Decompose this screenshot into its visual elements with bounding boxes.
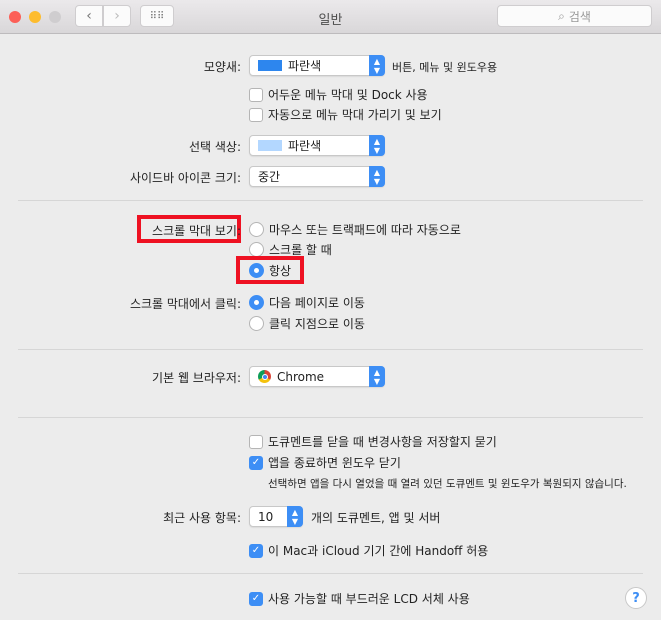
appearance-label: 모양새:	[203, 60, 241, 74]
scrollbars-radio-always[interactable]: 항상	[249, 262, 291, 279]
chrome-icon	[258, 370, 271, 383]
title-bar: ‹ › ⠿⠿ 일반 ⌕ 검색	[0, 0, 661, 34]
scroll-click-radio-spot[interactable]: 클릭 지점으로 이동	[249, 315, 365, 332]
checkmark-icon: ✓	[249, 455, 263, 470]
close-windows-note: 선택하면 앱을 다시 열었을 때 열려 있던 도큐멘트 및 윈도우가 복원되지 …	[268, 478, 627, 490]
radio-icon	[249, 242, 264, 257]
radio-icon	[249, 316, 264, 331]
scroll-click-radio-next-page[interactable]: 다음 페이지로 이동	[249, 294, 365, 311]
handoff-checkbox[interactable]: ✓ 이 Mac과 iCloud 기기 간에 Handoff 허용	[249, 542, 488, 559]
sidebar-icon-value: 중간	[258, 170, 281, 184]
checkbox-icon	[249, 434, 263, 449]
scrollbars-radio-auto[interactable]: 마우스 또는 트랙패드에 따라 자동으로	[249, 221, 461, 238]
browser-value: Chrome	[277, 369, 325, 384]
checkbox-label: 이 Mac과 iCloud 기기 간에 Handoff 허용	[268, 544, 489, 558]
updown-arrow-icon: ▲ ▼	[369, 166, 385, 187]
divider	[18, 200, 643, 201]
checkbox-icon	[249, 107, 263, 122]
highlight-label: 선택 색상:	[188, 140, 241, 154]
checkbox-label: 앱을 종료하면 윈도우 닫기	[268, 456, 401, 470]
checkmark-icon: ✓	[249, 543, 263, 558]
checkbox-label: 사용 가능할 때 부드러운 LCD 서체 사용	[268, 592, 470, 606]
appearance-value: 파란색	[288, 59, 322, 73]
recent-suffix: 개의 도큐멘트, 앱 및 서버	[311, 511, 441, 525]
close-windows-checkbox[interactable]: ✓ 앱을 종료하면 윈도우 닫기	[249, 454, 401, 471]
checkbox-label: 어두운 메뉴 막대 및 Dock 사용	[268, 88, 428, 102]
ask-save-checkbox[interactable]: 도큐멘트를 닫을 때 변경사항을 저장할지 묻기	[249, 433, 497, 450]
updown-arrow-icon: ▲ ▼	[369, 366, 385, 387]
divider	[18, 349, 643, 350]
search-placeholder: 검색	[568, 9, 591, 24]
radio-icon	[249, 222, 264, 237]
updown-arrow-icon: ▲ ▼	[287, 506, 303, 527]
recent-items-select[interactable]: 10 ▲ ▼	[249, 506, 303, 527]
scrollbars-label: 스크롤 막대 보기:	[152, 224, 241, 238]
highlight-value: 파란색	[288, 139, 322, 153]
appearance-select[interactable]: 파란색 ▲ ▼	[249, 55, 385, 76]
radio-label: 마우스 또는 트랙패드에 따라 자동으로	[269, 223, 461, 237]
checkbox-icon	[249, 87, 263, 102]
radio-label: 항상	[269, 264, 292, 278]
browser-select[interactable]: Chrome ▲ ▼	[249, 366, 385, 387]
color-swatch	[258, 140, 282, 151]
browser-label: 기본 웹 브라우저:	[152, 371, 241, 385]
auto-hide-menu-checkbox[interactable]: 자동으로 메뉴 막대 가리기 및 보기	[249, 106, 442, 123]
sidebar-icon-select[interactable]: 중간 ▲ ▼	[249, 166, 385, 187]
radio-label: 클릭 지점으로 이동	[269, 317, 365, 331]
radio-label: 다음 페이지로 이동	[269, 296, 365, 310]
checkbox-label: 도큐멘트를 닫을 때 변경사항을 저장할지 묻기	[268, 435, 497, 449]
checkbox-label: 자동으로 메뉴 막대 가리기 및 보기	[268, 108, 442, 122]
checkmark-icon: ✓	[249, 591, 263, 606]
divider	[18, 573, 643, 574]
recent-label: 최근 사용 항목:	[163, 511, 241, 525]
divider	[18, 417, 643, 418]
radio-icon	[249, 263, 264, 278]
color-swatch	[258, 60, 282, 71]
updown-arrow-icon: ▲ ▼	[369, 135, 385, 156]
appearance-suffix: 버튼, 메뉴 및 윈도우용	[392, 61, 498, 74]
updown-arrow-icon: ▲ ▼	[369, 55, 385, 76]
highlight-select[interactable]: 파란색 ▲ ▼	[249, 135, 385, 156]
search-field[interactable]: ⌕ 검색	[497, 5, 652, 27]
lcd-font-checkbox[interactable]: ✓ 사용 가능할 때 부드러운 LCD 서체 사용	[249, 590, 470, 607]
help-icon: ?	[632, 590, 640, 606]
radio-icon	[249, 295, 264, 310]
help-button[interactable]: ?	[625, 587, 647, 609]
scroll-click-label: 스크롤 막대에서 클릭:	[129, 297, 241, 311]
sidebar-icon-label: 사이드바 아이콘 크기:	[129, 171, 241, 185]
search-icon: ⌕	[558, 8, 565, 23]
recent-value: 10	[258, 509, 274, 524]
dark-menu-checkbox[interactable]: 어두운 메뉴 막대 및 Dock 사용	[249, 86, 428, 103]
